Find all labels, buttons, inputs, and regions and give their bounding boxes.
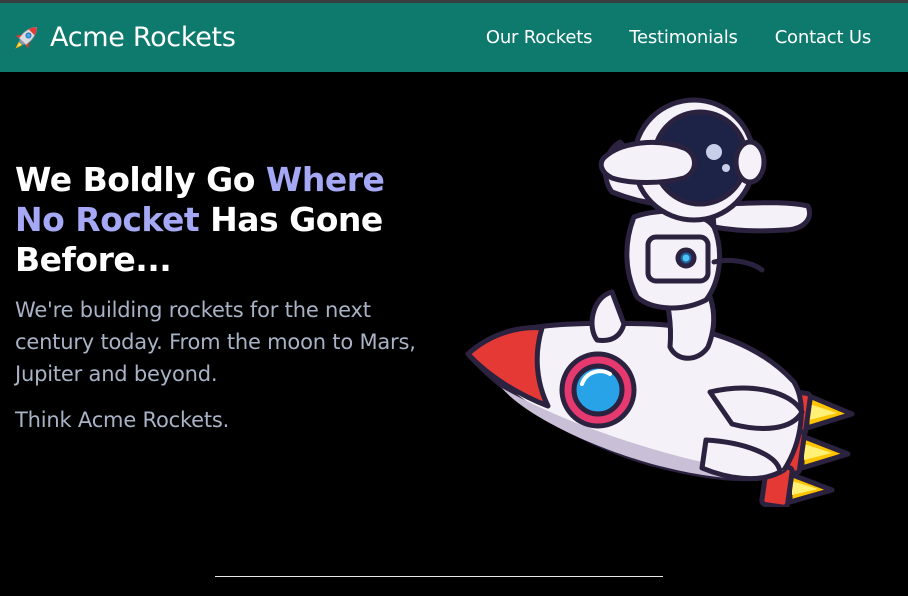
rocket-flame xyxy=(804,392,855,431)
brand-link[interactable]: Acme Rockets xyxy=(9,21,236,55)
rocket-flame xyxy=(799,433,851,471)
section-divider xyxy=(215,576,663,577)
hero-headline: We Boldly Go Where No Rocket Has Gone Be… xyxy=(15,160,435,280)
hero-lead: We're building rockets for the next cent… xyxy=(15,298,416,386)
nav-link-our-rockets[interactable]: Our Rockets xyxy=(486,27,593,48)
hero-tagline: Think Acme Rockets. xyxy=(15,408,230,432)
brand-name: Acme Rockets xyxy=(50,22,236,53)
headline-part-1: We Boldly Go xyxy=(15,160,266,199)
hero-text: We Boldly Go Where No Rocket Has Gone Be… xyxy=(15,160,435,436)
nav-link-testimonials[interactable]: Testimonials xyxy=(629,27,738,48)
rocket-flame xyxy=(787,471,835,505)
nav-link-contact-us[interactable]: Contact Us xyxy=(775,27,872,48)
rocket-icon xyxy=(15,26,38,49)
navbar: Acme Rockets Our Rockets Testimonials Co… xyxy=(0,3,908,72)
main-nav: Our Rockets Testimonials Contact Us xyxy=(486,3,908,72)
astronaut-rocket-illustration xyxy=(465,97,855,507)
